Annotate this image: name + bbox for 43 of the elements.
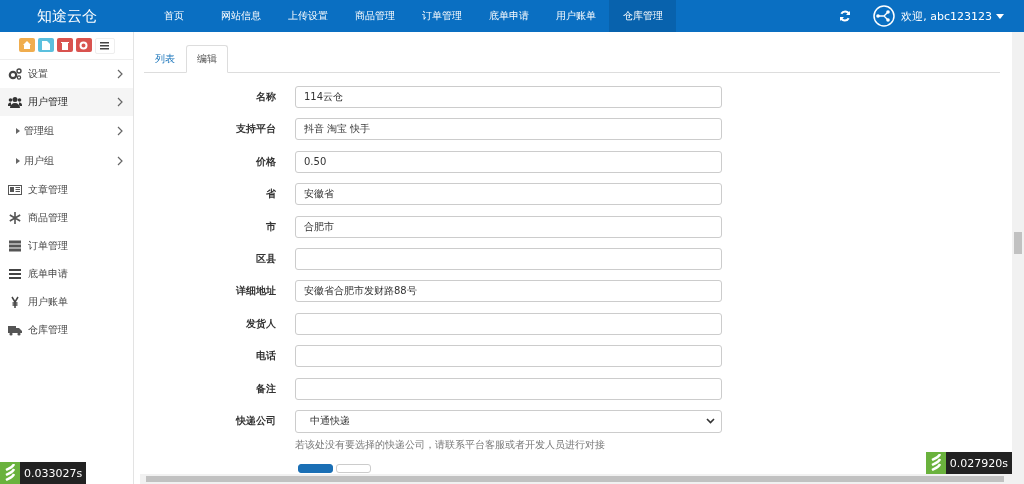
field-label: 支持平台 bbox=[235, 122, 277, 137]
field-label: 省 bbox=[265, 187, 277, 202]
sidebar-item[interactable]: 底单申请 bbox=[0, 260, 133, 288]
sidebar-subitem[interactable]: 用户组 bbox=[0, 146, 133, 176]
input-field[interactable]: 安徽省合肥市发财路88号 bbox=[295, 280, 722, 303]
input-field[interactable]: 安徽省 bbox=[295, 183, 722, 206]
debug-timer[interactable]: 0.033027s bbox=[0, 462, 87, 484]
field-label: 名称 bbox=[255, 90, 277, 104]
sidebar-item[interactable]: 订单管理 bbox=[0, 232, 133, 260]
nav-tab[interactable]: 上传设置 bbox=[274, 0, 341, 32]
nav-tab[interactable]: 商品管理 bbox=[341, 0, 408, 32]
input-field[interactable]: 0.50 bbox=[295, 150, 722, 173]
field-label: 市 bbox=[265, 219, 277, 234]
field-label: 电话 bbox=[255, 349, 277, 364]
sidebar-item[interactable]: 商品管理 bbox=[0, 204, 133, 232]
sidebar-item[interactable]: 用户管理 bbox=[0, 88, 133, 116]
nav-tab[interactable]: 仓库管理 bbox=[609, 0, 676, 32]
user-menu[interactable]: 欢迎, abc123123 bbox=[901, 8, 1004, 24]
tab[interactable]: 编辑 bbox=[186, 45, 228, 73]
input-field[interactable]: 抖音 淘宝 快手 bbox=[295, 118, 722, 141]
input-field[interactable]: 合肥市 bbox=[295, 215, 722, 238]
nav-tab[interactable]: 首页 bbox=[140, 0, 207, 32]
field-label: 价格 bbox=[255, 154, 277, 169]
nav-tab[interactable]: 底单申请 bbox=[475, 0, 542, 32]
field-label: 快递公司 bbox=[234, 413, 277, 428]
field-label: 发货人 bbox=[245, 316, 277, 331]
nav-tab[interactable]: 订单管理 bbox=[408, 0, 475, 32]
field-label: 备注 bbox=[255, 381, 277, 396]
sidebar-item[interactable]: 设置 bbox=[0, 60, 133, 88]
nav-tab[interactable]: 用户账单 bbox=[542, 0, 609, 32]
logo-text: 知途云仓 bbox=[35, 6, 98, 26]
tab[interactable]: 列表 bbox=[144, 45, 186, 73]
help-text: 若该处没有要选择的快递公司，请联系平台客服或者开发人员进行对接 bbox=[295, 438, 606, 452]
sidebar-item[interactable]: 文章管理 bbox=[0, 176, 133, 204]
sidebar-item[interactable]: 用户账单 bbox=[0, 288, 133, 316]
field-label: 详细地址 bbox=[235, 284, 277, 299]
sidebar-subitem[interactable]: 管理组 bbox=[0, 116, 133, 146]
nav-tab[interactable]: 网站信息 bbox=[207, 0, 274, 32]
select-field[interactable]: 中通快递 bbox=[295, 409, 722, 433]
field-label: 区县 bbox=[255, 251, 277, 266]
sidebar-item[interactable]: 仓库管理 bbox=[0, 316, 133, 344]
debug-timer[interactable]: 0.027920s bbox=[925, 452, 1012, 474]
input-field[interactable]: 114云仓 bbox=[295, 86, 722, 108]
